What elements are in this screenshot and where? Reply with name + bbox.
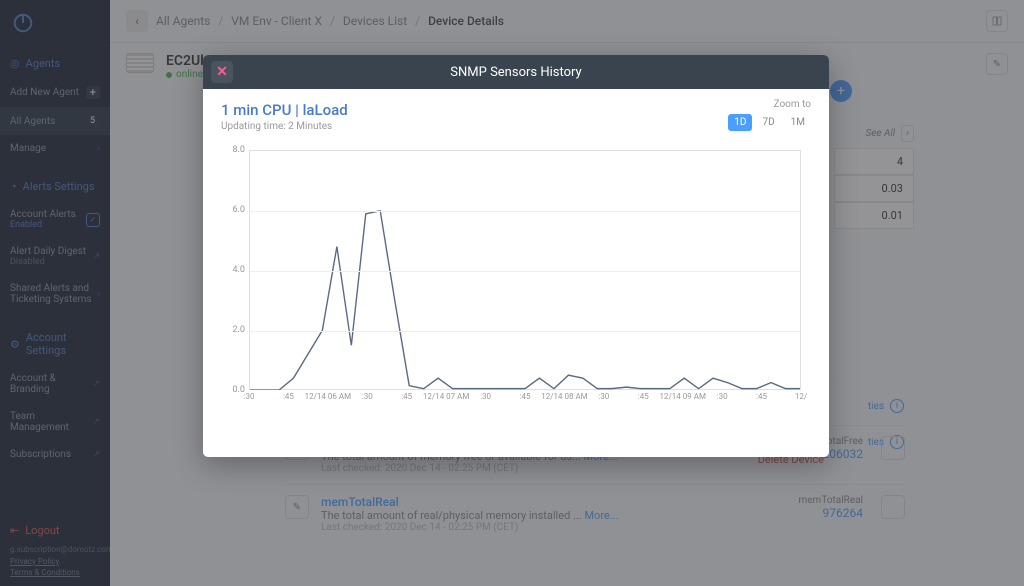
zoom-1d-button[interactable]: 1D [728,114,752,131]
x-axis: :30:4512/14 06 AM:30:4512/14 07 AM:30:45… [249,392,801,408]
modal-title: SNMP Sensors History [450,65,581,80]
chart-title: 1 min CPU | laLoad [221,101,811,119]
zoom-1m-button[interactable]: 1M [785,114,811,131]
modal: ✕ SNMP Sensors History 1 min CPU | laLoa… [203,55,829,457]
close-button[interactable]: ✕ [211,61,233,83]
chart-area: 0.02.04.06.08.0 :30:4512/14 06 AM:30:451… [221,150,801,410]
zoom-controls: Zoom to 1D 7D 1M [728,99,811,131]
zoom-label: Zoom to [728,99,811,110]
zoom-7d-button[interactable]: 7D [756,114,780,131]
chart-plot[interactable] [249,150,801,390]
chart-subtitle: Updating time: 2 Minutes [221,121,811,132]
modal-header: ✕ SNMP Sensors History [203,55,829,89]
close-icon: ✕ [216,64,228,80]
y-axis: 0.02.04.06.08.0 [221,150,247,390]
